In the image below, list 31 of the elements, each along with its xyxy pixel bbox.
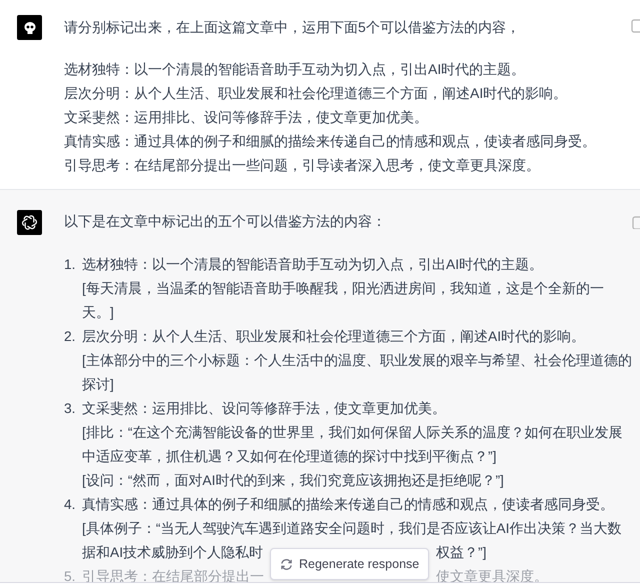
list-item-text: 选材独特：以一个清晨的智能语音助手互动为切入点，引出AI时代的主题。 <box>82 256 544 274</box>
list-number: 3. <box>64 400 77 418</box>
assistant-avatar <box>17 210 42 235</box>
message-text: 引导思考：在结尾部分提出一些问题，引导读者深入思考，使文章更具深度。 <box>64 156 541 175</box>
user-avatar <box>17 15 42 40</box>
regenerate-button[interactable]: Regenerate response <box>270 548 430 580</box>
message-text: 真情实感：通过具体的例子和细腻的描绘来传递自己的情感和观点，使读者感同身受。 <box>64 132 597 151</box>
message-text: 选材独特：以一个清晨的智能语音助手互动为切入点，引出AI时代的主题。 <box>64 60 526 79</box>
message-text: 层次分明：从个人生活、职业发展和社会伦理道德三个方面，阐述AI时代的影响。 <box>64 84 568 103</box>
quote-text: 权益？”] <box>436 544 486 562</box>
quote-text: [每天清晨，当温柔的智能语音助手唤醒我，阳光洒进房间，我知道，这是个全新的一 <box>82 280 605 298</box>
quote-text: [具体例子：“当无人驾驶汽车遇到道路安全问题时，我们是否应该让AI作出决策？当大数 <box>82 520 622 538</box>
edit-icon <box>630 19 640 33</box>
refresh-icon <box>280 558 293 570</box>
list-number: 2. <box>64 328 77 346</box>
copy-icon <box>632 215 640 229</box>
list-number: 4. <box>64 496 77 514</box>
quote-text: 中适应变革，抓住机遇？又如何在伦理道德的探讨中找到平衡点？”] <box>82 448 498 466</box>
quote-text: 探讨] <box>82 376 115 394</box>
list-item-text: 真情实感：通过具体的例子和细腻的描绘来传递自己的情感和观点，使读者感同身受。 <box>82 496 615 514</box>
message-text: 请分别标记出来，在上面这篇文章中，运用下面5个可以借鉴方法的内容， <box>64 18 521 37</box>
list-number: 1. <box>64 256 77 274</box>
quote-text: 天。] <box>82 304 115 322</box>
quote-text: [排比：“在这个充满智能设备的世界里，我们如何保留人际关系的温度？如何在职业发展 <box>82 424 624 442</box>
list-item-text: 层次分明：从个人生活、职业发展和社会伦理道德三个方面，阐述AI时代的影响。 <box>82 328 586 346</box>
list-item-text: 文采斐然：运用排比、设问等修辞手法，使文章更加优美。 <box>82 400 447 418</box>
list-number: 5. <box>64 568 77 586</box>
message-text: 文采斐然：运用排比、设问等修辞手法，使文章更加优美。 <box>64 108 429 127</box>
message-text: 以下是在文章中标记出的五个可以借鉴方法的内容： <box>64 213 387 231</box>
quote-text: [设问：“然而，面对AI时代的到来，我们究竟应该拥抱还是拒绝呢？”] <box>82 472 505 490</box>
quote-text: 据和AI技术威胁到个人隐私时 <box>82 545 264 560</box>
